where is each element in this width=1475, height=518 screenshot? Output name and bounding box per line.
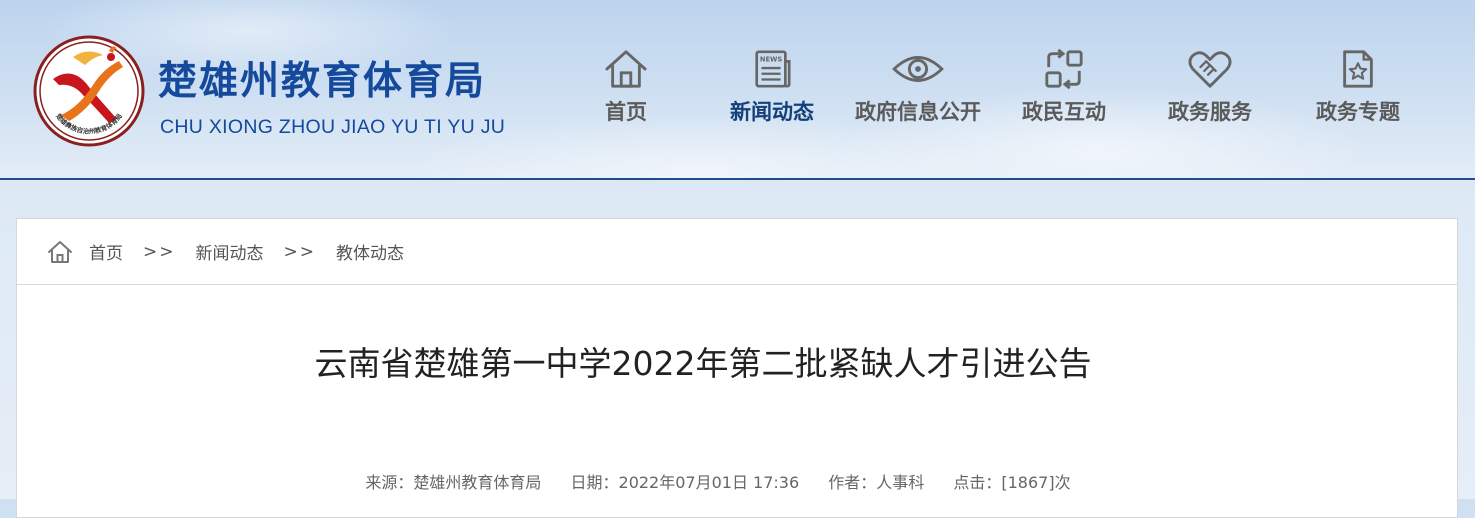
article-author: 作者：人事科 — [828, 473, 925, 492]
nav-label-interaction: 政民互动 — [1022, 100, 1106, 124]
breadcrumb-home-icon[interactable] — [47, 240, 73, 264]
site-header: 楚雄彝族自治州教育体育局 楚雄州教育体育局 CHU XIONG ZHOU JIA… — [0, 0, 1475, 180]
home-icon — [605, 50, 647, 88]
breadcrumb-separator: >> — [283, 241, 316, 262]
svg-text:NEWS: NEWS — [760, 55, 783, 63]
nav-item-news[interactable]: NEWS 新闻动态 — [697, 48, 847, 126]
breadcrumb-home[interactable]: 首页 — [89, 239, 123, 264]
nav-label-home: 首页 — [605, 100, 647, 124]
nav-item-interaction[interactable]: 政民互动 — [989, 48, 1139, 126]
nav-item-services[interactable]: 政务服务 — [1135, 48, 1285, 126]
article-source: 来源：楚雄州教育体育局 — [365, 473, 542, 492]
article-meta: 来源：楚雄州教育体育局 日期：2022年07月01日 17:36 作者：人事科 … — [17, 469, 1419, 493]
breadcrumb: 首页 >> 新闻动态 >> 教体动态 — [17, 219, 1457, 285]
eye-icon — [892, 56, 944, 82]
document-star-icon — [1343, 50, 1373, 88]
breadcrumb-separator: >> — [143, 241, 176, 262]
article-date: 日期：2022年07月01日 17:36 — [570, 473, 800, 492]
nav-label-topics: 政务专题 — [1316, 100, 1400, 124]
nav-item-home[interactable]: 首页 — [551, 48, 701, 126]
nav-label-gov-info: 政府信息公开 — [855, 100, 981, 124]
newspaper-icon: NEWS — [755, 50, 791, 88]
breadcrumb-edu-news[interactable]: 教体动态 — [336, 239, 404, 264]
nav-label-services: 政务服务 — [1168, 100, 1252, 124]
article-title: 云南省楚雄第一中学2022年第二批紧缺人才引进公告 — [314, 344, 1092, 383]
article-views: 点击：[1867]次 — [953, 473, 1071, 492]
nav-label-news: 新闻动态 — [730, 100, 814, 124]
article-panel: 首页 >> 新闻动态 >> 教体动态 云南省楚雄第一中学2022年第二批紧缺人才… — [16, 218, 1458, 518]
nav-item-gov-info[interactable]: 政府信息公开 — [843, 48, 993, 126]
main-nav: 首页 NEWS 新闻动态 政府信息公开 政民互动 政务服务 政务专题 — [0, 48, 1475, 138]
interaction-icon — [1045, 48, 1083, 90]
handshake-heart-icon — [1188, 51, 1232, 88]
nav-item-topics[interactable]: 政务专题 — [1283, 48, 1433, 126]
breadcrumb-news[interactable]: 新闻动态 — [196, 239, 264, 264]
